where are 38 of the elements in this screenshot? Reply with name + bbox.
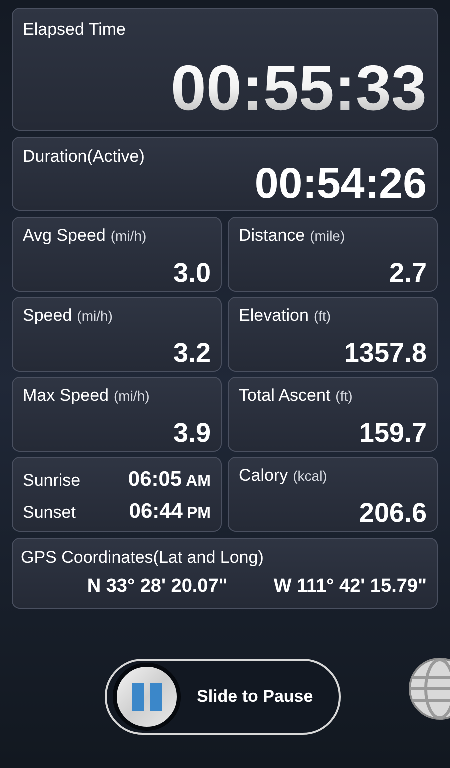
globe-icon[interactable] bbox=[408, 658, 450, 720]
latitude-value: N 33° 28' 20.07" bbox=[87, 574, 228, 598]
stat-label: Total Ascent bbox=[239, 385, 331, 406]
stat-label: Avg Speed bbox=[23, 225, 106, 246]
card-title: Elapsed Time bbox=[23, 19, 127, 41]
stat-label: Distance bbox=[239, 225, 306, 246]
sun-time: 06:44 bbox=[129, 498, 183, 524]
sun-label: Sunset bbox=[23, 502, 76, 524]
stat-value: 3.2 bbox=[173, 340, 211, 367]
stat-value: 2.7 bbox=[389, 260, 427, 287]
unit-label: (mi/h) bbox=[77, 308, 113, 326]
stat-value: 1357.8 bbox=[344, 340, 427, 367]
pause-handle[interactable] bbox=[113, 663, 181, 731]
time-suffix: PM bbox=[187, 504, 211, 524]
sun-label: Sunrise bbox=[23, 470, 81, 492]
time-suffix: AM bbox=[186, 472, 211, 492]
unit-label: (kcal) bbox=[293, 468, 328, 486]
stat-value: 3.9 bbox=[173, 420, 211, 447]
card-title: GPS Coordinates(Lat and Long) bbox=[21, 547, 265, 569]
pause-icon bbox=[132, 683, 162, 711]
stat-label: Calory bbox=[239, 465, 288, 486]
stat-label: Elevation bbox=[239, 305, 309, 326]
stat-label: Max Speed bbox=[23, 385, 109, 406]
slider-label: Slide to Pause bbox=[197, 686, 314, 708]
stat-label: Speed bbox=[23, 305, 72, 326]
unit-label: (mi/h) bbox=[110, 228, 147, 246]
unit-label: (mile) bbox=[310, 228, 346, 246]
longitude-value: W 111° 42' 15.79" bbox=[274, 574, 427, 598]
sun-time: 06:05 bbox=[128, 467, 182, 493]
stat-value: 206.6 bbox=[359, 500, 427, 527]
duration-time: 00:54:26 bbox=[254, 163, 427, 206]
unit-label: (ft) bbox=[336, 388, 353, 406]
stat-value: 3.0 bbox=[173, 260, 211, 287]
card-title: Duration(Active) bbox=[23, 146, 146, 168]
stat-value: 159.7 bbox=[359, 420, 427, 447]
unit-label: (ft) bbox=[314, 308, 332, 326]
unit-label: (mi/h) bbox=[114, 388, 150, 406]
slide-to-pause-slider[interactable]: Slide to Pause bbox=[105, 659, 341, 735]
